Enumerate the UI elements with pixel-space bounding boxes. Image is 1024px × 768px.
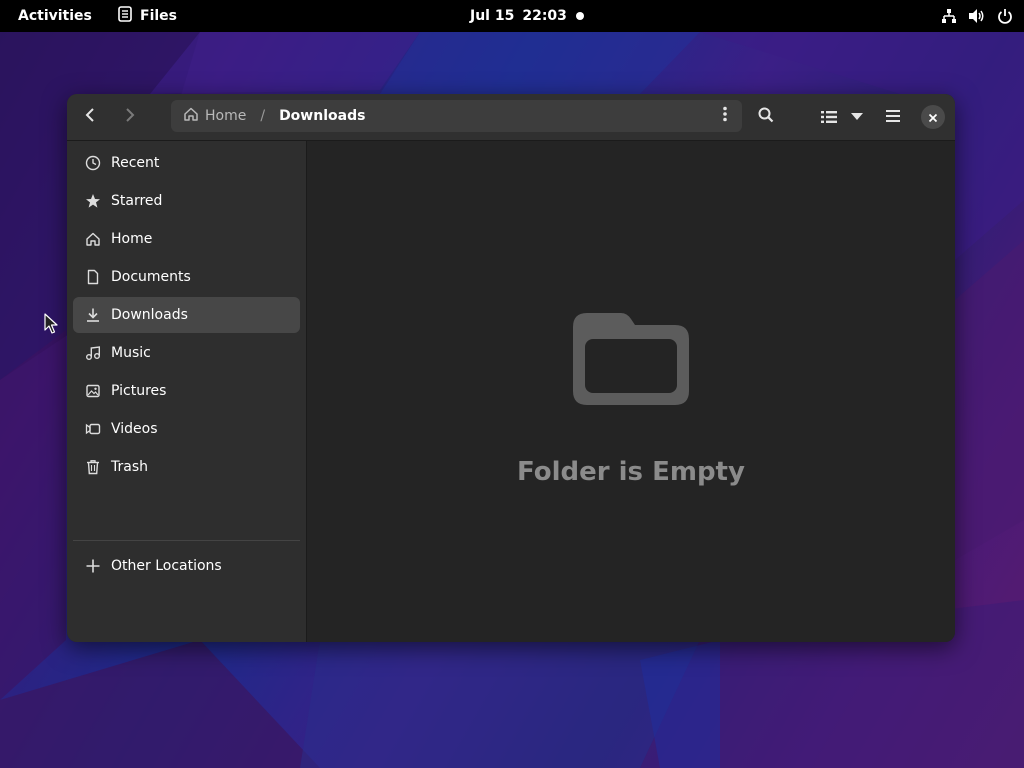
notification-dot-icon xyxy=(576,12,584,20)
list-view-icon[interactable] xyxy=(815,110,843,124)
hamburger-menu-icon xyxy=(885,108,901,127)
volume-icon[interactable] xyxy=(968,7,986,25)
search-button[interactable] xyxy=(750,101,782,133)
document-icon xyxy=(85,269,101,285)
view-options-dropdown-icon[interactable] xyxy=(843,113,871,121)
search-icon xyxy=(758,107,774,127)
sidebar-item-recent[interactable]: Recent xyxy=(73,145,300,181)
sidebar-item-label: Pictures xyxy=(111,383,167,399)
close-icon xyxy=(928,108,938,127)
path-bar[interactable]: Home / Downloads xyxy=(171,100,742,132)
folder-menu-button[interactable] xyxy=(716,100,734,132)
breadcrumb-home[interactable]: Home xyxy=(183,106,246,126)
star-icon xyxy=(85,193,101,209)
breadcrumb-separator: / xyxy=(260,108,266,124)
music-icon xyxy=(85,345,101,361)
sidebar-item-home[interactable]: Home xyxy=(73,221,300,257)
clock-button[interactable]: Jul 15 22:03 xyxy=(462,0,575,32)
breadcrumb-home-label: Home xyxy=(205,108,247,124)
sidebar-item-pictures[interactable]: Pictures xyxy=(73,373,300,409)
sidebar-item-other-locations[interactable]: Other Locations xyxy=(73,548,300,584)
sidebar-item-label: Home xyxy=(111,231,153,247)
chevron-right-icon xyxy=(121,107,137,127)
sidebar-item-label: Videos xyxy=(111,421,158,437)
plus-icon xyxy=(85,558,101,574)
files-app-icon xyxy=(118,6,132,26)
mouse-pointer-icon xyxy=(44,313,60,335)
file-view[interactable]: Folder is Empty xyxy=(307,141,955,642)
view-switcher[interactable] xyxy=(815,101,871,133)
close-window-button[interactable] xyxy=(921,105,945,129)
forward-button[interactable] xyxy=(113,101,145,133)
sidebar-item-videos[interactable]: Videos xyxy=(73,411,300,447)
sidebar: Recent Starred Home Documents Downloads xyxy=(67,141,307,642)
power-icon[interactable] xyxy=(996,7,1014,25)
clock-date: Jul 15 xyxy=(470,8,515,24)
header-bar: Home / Downloads xyxy=(67,94,955,141)
sidebar-item-music[interactable]: Music xyxy=(73,335,300,371)
sidebar-item-downloads[interactable]: Downloads xyxy=(73,297,300,333)
sidebar-item-documents[interactable]: Documents xyxy=(73,259,300,295)
trash-icon xyxy=(85,459,101,475)
empty-folder-message: Folder is Empty xyxy=(517,457,745,487)
download-icon xyxy=(85,307,101,323)
home-icon xyxy=(85,231,101,247)
sidebar-item-label: Documents xyxy=(111,269,191,285)
clock-time: 22:03 xyxy=(522,8,567,24)
back-button[interactable] xyxy=(75,101,107,133)
app-menu-button[interactable]: Files xyxy=(110,0,185,32)
sidebar-divider xyxy=(73,540,300,541)
sidebar-item-label: Recent xyxy=(111,155,160,171)
main-menu-button[interactable] xyxy=(877,101,909,133)
sidebar-item-label: Trash xyxy=(111,459,148,475)
activities-button[interactable]: Activities xyxy=(8,0,102,32)
sidebar-item-starred[interactable]: Starred xyxy=(73,183,300,219)
top-bar: Activities Files Jul 15 22:03 xyxy=(0,0,1024,32)
sidebar-item-label: Other Locations xyxy=(111,558,222,574)
vertical-dots-icon xyxy=(723,106,727,126)
sidebar-item-label: Starred xyxy=(111,193,163,209)
breadcrumb-current[interactable]: Downloads xyxy=(279,108,365,124)
clock-icon xyxy=(85,155,101,171)
video-icon xyxy=(85,421,101,437)
network-icon[interactable] xyxy=(940,7,958,25)
home-icon xyxy=(183,106,199,126)
chevron-left-icon xyxy=(83,107,99,127)
files-window: Home / Downloads Recent Starred Home Doc… xyxy=(67,94,955,642)
sidebar-item-trash[interactable]: Trash xyxy=(73,449,300,485)
system-tray[interactable] xyxy=(940,0,1014,32)
sidebar-item-label: Downloads xyxy=(111,307,188,323)
empty-folder-icon xyxy=(565,299,697,415)
picture-icon xyxy=(85,383,101,399)
app-name: Files xyxy=(140,8,177,24)
sidebar-item-label: Music xyxy=(111,345,151,361)
